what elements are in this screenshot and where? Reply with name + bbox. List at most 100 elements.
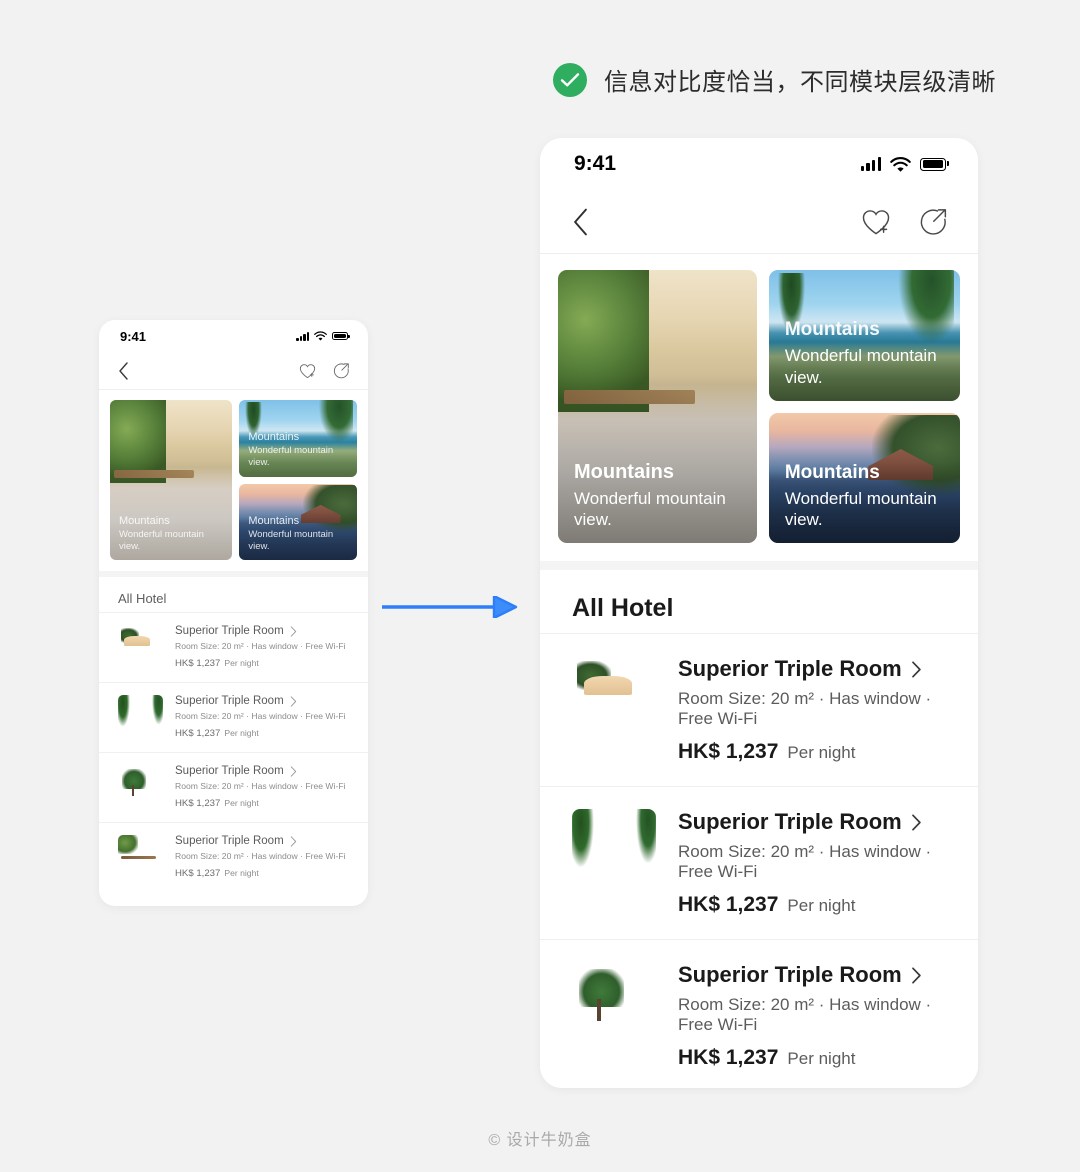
list-item[interactable]: Superior Triple Room Room Size: 20 m² · … bbox=[99, 822, 368, 892]
chevron-left-icon bbox=[119, 361, 128, 380]
back-button[interactable] bbox=[572, 208, 589, 236]
room-price: HK$ 1,237 bbox=[678, 1046, 779, 1069]
section-title: All Hotel bbox=[572, 594, 674, 622]
room-price: HK$ 1,237 bbox=[175, 658, 221, 669]
photo-title: Mountains bbox=[574, 460, 674, 483]
room-name: Superior Triple Room bbox=[678, 809, 902, 834]
photo-subtitle: Wonderful mountain view. bbox=[574, 488, 726, 530]
battery-full-icon bbox=[332, 332, 350, 340]
cellular-signal-icon bbox=[860, 157, 881, 171]
nav-bar bbox=[540, 190, 978, 254]
room-name: Superior Triple Room bbox=[175, 765, 284, 777]
room-price-unit: Per night bbox=[787, 896, 856, 915]
photo-subtitle: Wonderful mountain view. bbox=[119, 528, 204, 552]
share-circle-icon bbox=[920, 209, 947, 235]
chevron-right-icon bbox=[290, 835, 296, 847]
photo-title: Mountains bbox=[248, 431, 300, 444]
share-circle-icon bbox=[333, 363, 349, 379]
favorite-button[interactable] bbox=[861, 208, 891, 236]
chevron-right-icon bbox=[911, 813, 921, 831]
photo-card[interactable]: Mountains Wonderful mountain view. bbox=[110, 400, 233, 560]
caption: 信息对比度恰当，不同模块层级清晰 bbox=[553, 62, 996, 97]
photo-card[interactable]: Mountains Wonderful mountain view. bbox=[768, 270, 960, 401]
phone-mockup-before: 9:41 Mountains Wonderful mountain view. … bbox=[99, 320, 368, 906]
list-item[interactable]: Superior Triple Room Room Size: 20 m² · … bbox=[540, 633, 978, 786]
wifi-icon bbox=[890, 156, 911, 172]
room-thumbnail bbox=[572, 809, 656, 893]
room-thumbnail bbox=[572, 962, 656, 1046]
list-item[interactable]: Superior Triple Room Room Size: 20 m² · … bbox=[540, 939, 978, 1088]
list-item[interactable]: Superior Triple Room Room Size: 20 m² · … bbox=[99, 682, 368, 752]
chevron-right-icon bbox=[290, 765, 296, 777]
photo-title: Mountains bbox=[784, 461, 880, 483]
check-circle-icon bbox=[553, 62, 587, 97]
nav-bar bbox=[99, 352, 368, 390]
photo-title: Mountains bbox=[784, 319, 880, 340]
section-separator bbox=[540, 561, 978, 570]
room-price: HK$ 1,237 bbox=[175, 798, 221, 809]
arrow-right-icon bbox=[382, 594, 518, 620]
photo-gallery: Mountains Wonderful mountain view. Mount… bbox=[99, 390, 368, 571]
photo-subtitle: Wonderful mountain view. bbox=[248, 445, 334, 469]
room-meta: Room Size: 20 m² · Has window · Free Wi-… bbox=[175, 641, 346, 651]
hotel-list: All Hotel Superior Triple Room Room Size… bbox=[99, 577, 368, 892]
photo-card[interactable]: Mountains Wonderful mountain view. bbox=[768, 412, 960, 543]
photo-subtitle: Wonderful mountain view. bbox=[248, 528, 334, 552]
photo-card[interactable]: Mountains Wonderful mountain view. bbox=[239, 400, 357, 477]
room-name: Superior Triple Room bbox=[175, 695, 284, 707]
photo-title: Mountains bbox=[119, 514, 170, 527]
photo-card[interactable]: Mountains Wonderful mountain view. bbox=[558, 270, 757, 543]
chevron-left-icon bbox=[574, 208, 587, 235]
heart-plus-icon bbox=[862, 209, 890, 234]
list-item[interactable]: Superior Triple Room Room Size: 20 m² · … bbox=[99, 752, 368, 822]
caption-text: 信息对比度恰当，不同模块层级清晰 bbox=[604, 69, 996, 96]
room-name: Superior Triple Room bbox=[678, 962, 902, 987]
room-price: HK$ 1,237 bbox=[678, 740, 779, 763]
section-title: All Hotel bbox=[118, 591, 167, 606]
room-price-unit: Per night bbox=[224, 798, 259, 808]
room-thumbnail bbox=[572, 656, 656, 740]
room-meta: Room Size: 20 m² · Has window · Free Wi-… bbox=[175, 851, 346, 861]
status-time: 9:41 bbox=[574, 152, 617, 175]
heart-plus-icon bbox=[299, 363, 316, 378]
room-price-unit: Per night bbox=[224, 658, 259, 668]
room-price-unit: Per night bbox=[224, 728, 259, 738]
room-meta: Room Size: 20 m² · Has window · Free Wi-… bbox=[175, 711, 346, 721]
chevron-right-icon bbox=[290, 625, 296, 637]
room-price-unit: Per night bbox=[224, 868, 259, 878]
wifi-icon bbox=[314, 331, 327, 341]
chevron-right-icon bbox=[290, 695, 296, 707]
phone-mockup-after: 9:41 Mountains Wonderful mountain view. … bbox=[540, 138, 978, 1088]
status-bar: 9:41 bbox=[540, 138, 978, 190]
status-time: 9:41 bbox=[120, 328, 147, 344]
share-button[interactable] bbox=[333, 362, 350, 379]
back-button[interactable] bbox=[118, 361, 129, 380]
room-meta: Room Size: 20 m² · Has window · Free Wi-… bbox=[678, 689, 932, 728]
photo-gallery: Mountains Wonderful mountain view. Mount… bbox=[540, 254, 978, 561]
room-price-unit: Per night bbox=[787, 743, 856, 762]
hotel-list: All Hotel Superior Triple Room Room Size… bbox=[540, 570, 978, 1088]
footer-credit: © 设计牛奶盒 bbox=[488, 1132, 592, 1149]
photo-title: Mountains bbox=[248, 514, 300, 527]
chevron-right-icon bbox=[911, 660, 921, 678]
room-meta: Room Size: 20 m² · Has window · Free Wi-… bbox=[678, 995, 932, 1034]
canvas: 信息对比度恰当，不同模块层级清晰 9:41 Mountains Wonderfu… bbox=[0, 0, 1080, 1172]
chevron-right-icon bbox=[911, 966, 921, 984]
room-thumbnail bbox=[118, 835, 163, 880]
room-price: HK$ 1,237 bbox=[175, 728, 221, 739]
room-price: HK$ 1,237 bbox=[678, 893, 779, 916]
share-button[interactable] bbox=[919, 207, 948, 236]
room-meta: Room Size: 20 m² · Has window · Free Wi-… bbox=[678, 842, 932, 881]
photo-card[interactable]: Mountains Wonderful mountain view. bbox=[239, 483, 357, 560]
list-item[interactable]: Superior Triple Room Room Size: 20 m² · … bbox=[540, 786, 978, 939]
flow-arrow bbox=[382, 594, 518, 623]
cellular-signal-icon bbox=[296, 331, 309, 341]
favorite-button[interactable] bbox=[299, 363, 316, 379]
photo-subtitle: Wonderful mountain view. bbox=[784, 346, 937, 387]
room-name: Superior Triple Room bbox=[175, 835, 284, 847]
room-thumbnail bbox=[118, 625, 163, 670]
room-thumbnail bbox=[118, 765, 163, 810]
room-name: Superior Triple Room bbox=[175, 625, 284, 637]
room-price: HK$ 1,237 bbox=[175, 868, 221, 879]
list-item[interactable]: Superior Triple Room Room Size: 20 m² · … bbox=[99, 612, 368, 682]
